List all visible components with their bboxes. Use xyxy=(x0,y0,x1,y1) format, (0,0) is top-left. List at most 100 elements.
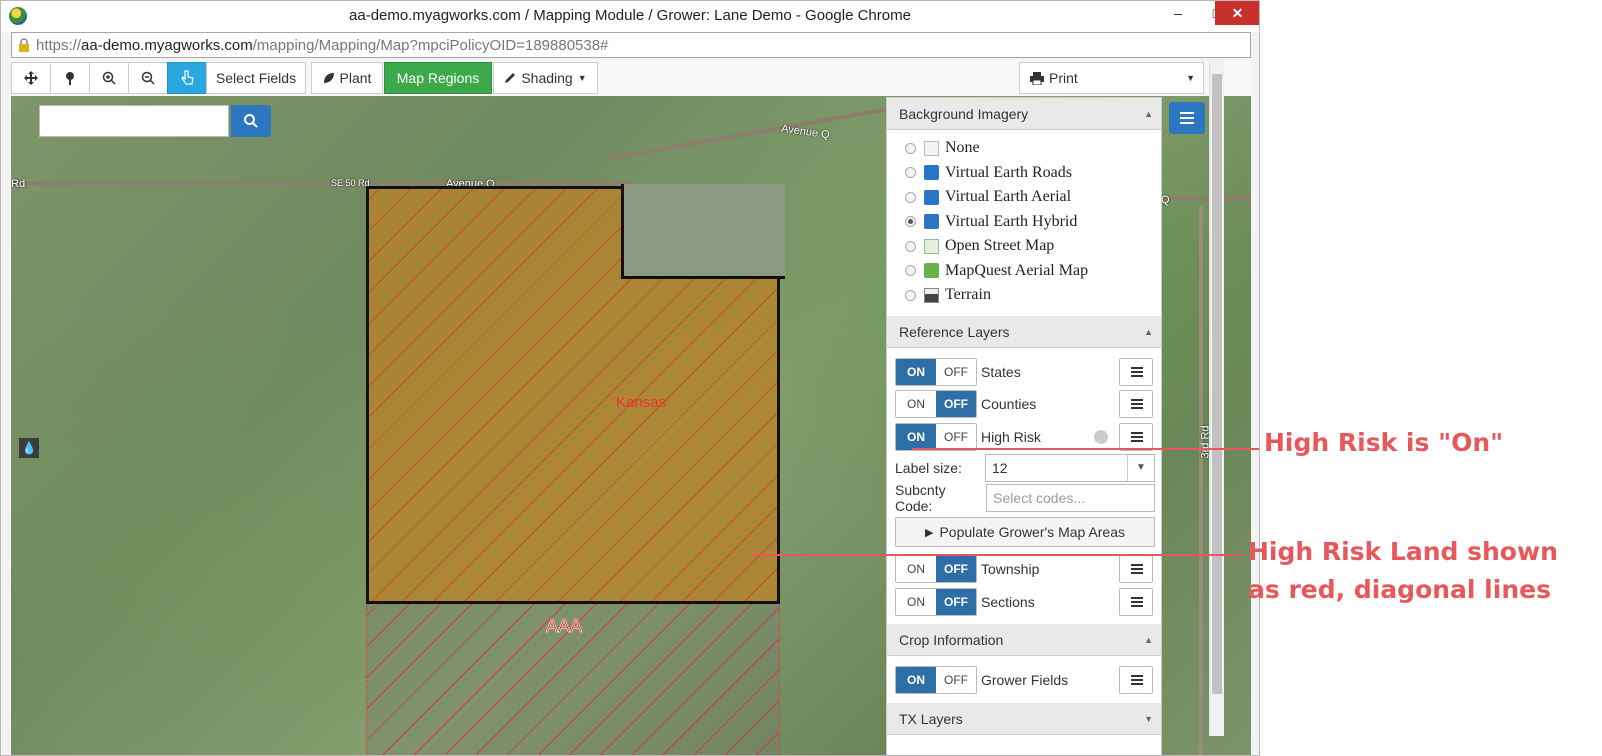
township-legend-button[interactable] xyxy=(1119,555,1153,584)
radio[interactable] xyxy=(905,289,916,301)
chevron-down-icon: ▼ xyxy=(1127,455,1154,481)
states-toggle[interactable]: ON OFF xyxy=(895,357,977,386)
print-button[interactable]: Print ▼ xyxy=(1019,62,1204,94)
map-search-input[interactable] xyxy=(39,105,229,137)
grower-fields-legend-button[interactable] xyxy=(1119,666,1153,695)
search-icon xyxy=(244,114,258,128)
populate-label: Populate Grower's Map Areas xyxy=(939,524,1125,540)
background-imagery-title: Background Imagery xyxy=(899,106,1029,122)
bg-option-ve-roads[interactable]: Virtual Earth Roads xyxy=(887,161,1161,186)
bg-option-ve-hybrid[interactable]: Virtual Earth Hybrid xyxy=(887,210,1161,235)
reference-layers-title: Reference Layers xyxy=(899,323,1010,340)
toggle-off[interactable]: OFF xyxy=(936,556,976,583)
background-imagery-list: None Virtual Earth Roads Virtual Earth A… xyxy=(887,130,1161,316)
toggle-off[interactable]: OFF xyxy=(936,588,976,615)
vertical-scrollbar[interactable] xyxy=(1209,60,1224,736)
window-title: aa-demo.myagworks.com / Mapping Module /… xyxy=(349,7,911,24)
road-se50 xyxy=(11,181,631,185)
zoom-out-button[interactable] xyxy=(128,62,168,94)
radio[interactable] xyxy=(905,240,916,252)
crop-information-title: Crop Information xyxy=(899,632,1004,648)
sections-toggle[interactable]: ON OFF xyxy=(895,587,977,616)
road-label-q: Q xyxy=(1161,194,1170,206)
layer-label: Township xyxy=(981,561,1040,578)
states-legend-button[interactable] xyxy=(1119,357,1153,386)
counties-legend-button[interactable] xyxy=(1119,390,1153,419)
plant-button[interactable]: Plant xyxy=(311,62,383,94)
layer-row-township: ON OFF Township xyxy=(895,553,1161,586)
map-search-button[interactable] xyxy=(231,105,271,137)
bg-option-label: Virtual Earth Aerial xyxy=(945,188,1072,206)
high-risk-toggle[interactable]: ON OFF xyxy=(895,422,977,451)
label-size-select[interactable]: 12 ▼ xyxy=(985,454,1155,482)
sections-legend-button[interactable] xyxy=(1119,587,1153,616)
url-scheme: https:// xyxy=(36,37,82,54)
layer-label: Counties xyxy=(981,396,1037,413)
toggle-off[interactable]: OFF xyxy=(936,358,976,385)
reference-layers-body: ON OFF States ON OFF Counties ON OFF High R… xyxy=(887,348,1161,619)
map-toolbar: Select Fields Plant Map Regions Shading ▼… xyxy=(11,60,1251,97)
crop-information-header[interactable]: Crop Information ▲ xyxy=(887,624,1161,656)
bg-option-ve-aerial[interactable]: Virtual Earth Aerial xyxy=(887,185,1161,210)
toggle-on[interactable]: ON xyxy=(896,588,936,615)
road-3rd xyxy=(1199,206,1203,755)
label-size-row: Label size: 12 ▼ xyxy=(895,453,1161,483)
panel-menu-button[interactable] xyxy=(1169,102,1205,134)
radio[interactable] xyxy=(905,265,916,277)
pencil-icon xyxy=(505,73,516,83)
toggle-on[interactable]: ON xyxy=(896,391,936,418)
shading-button[interactable]: Shading ▼ xyxy=(493,62,598,94)
close-button[interactable]: ✕ xyxy=(1215,1,1259,25)
select-fields-button[interactable]: Select Fields xyxy=(206,62,306,94)
subcnty-row: Subcnty Code: Select codes... xyxy=(895,482,1161,514)
radio[interactable] xyxy=(905,167,916,179)
bg-option-none[interactable]: None xyxy=(887,136,1161,161)
address-bar[interactable]: https://aa-demo.myagworks.com/mapping/Ma… xyxy=(11,32,1251,58)
reference-layers-header[interactable]: Reference Layers ▲ xyxy=(887,315,1161,348)
scrollbar-thumb[interactable] xyxy=(1212,74,1222,694)
toggle-off[interactable]: OFF xyxy=(936,667,976,694)
caret-down-icon: ▼ xyxy=(577,73,587,83)
bg-option-terrain[interactable]: Terrain xyxy=(887,283,1161,308)
hand-pointer-icon xyxy=(181,70,194,85)
annotation-high-risk-land-2: as red, diagonal lines xyxy=(1248,575,1551,604)
play-icon: ▶ xyxy=(924,526,934,539)
annotation-high-risk-on: High Risk is "On" xyxy=(1264,428,1504,457)
toggle-on[interactable]: ON xyxy=(896,423,936,450)
radio-selected[interactable] xyxy=(905,216,916,228)
select-pointer-button[interactable] xyxy=(167,62,207,94)
annotation-high-risk-land-1: High Risk Land shown xyxy=(1248,537,1558,566)
counties-toggle[interactable]: ON OFF xyxy=(895,390,977,419)
grower-fields-toggle[interactable]: ON OFF xyxy=(895,666,977,695)
map-regions-button[interactable]: Map Regions xyxy=(384,62,492,94)
minimize-button[interactable]: – xyxy=(1156,1,1200,25)
road-avenue-q xyxy=(610,103,907,160)
layer-label: Sections xyxy=(981,593,1035,610)
toggle-on[interactable]: ON xyxy=(896,358,936,385)
plant-label: Plant xyxy=(339,70,372,86)
pin-icon xyxy=(66,72,74,85)
populate-map-areas-button[interactable]: ▶ Populate Grower's Map Areas xyxy=(895,517,1155,547)
url-host: aa-demo.myagworks.com xyxy=(81,37,253,54)
pan-button[interactable] xyxy=(11,62,51,94)
bg-option-osm[interactable]: Open Street Map xyxy=(887,234,1161,259)
toggle-off[interactable]: OFF xyxy=(936,391,976,418)
water-drop-icon[interactable]: 💧 xyxy=(19,438,39,458)
bg-option-mapquest[interactable]: MapQuest Aerial Map xyxy=(887,259,1161,284)
pin-button[interactable] xyxy=(50,62,90,94)
toggle-off[interactable]: OFF xyxy=(936,423,976,450)
radio[interactable] xyxy=(905,191,916,203)
layer-label: Grower Fields xyxy=(981,672,1069,689)
high-risk-legend-button[interactable] xyxy=(1119,422,1153,451)
zoom-in-button[interactable] xyxy=(89,62,129,94)
terrain-icon xyxy=(924,287,939,303)
layer-row-states: ON OFF States xyxy=(895,356,1161,389)
toggle-on[interactable]: ON xyxy=(896,667,936,694)
bing-icon xyxy=(924,214,939,230)
township-toggle[interactable]: ON OFF xyxy=(895,555,977,584)
toggle-on[interactable]: ON xyxy=(896,556,936,583)
subcnty-code-input[interactable]: Select codes... xyxy=(986,484,1155,512)
radio[interactable] xyxy=(905,142,916,154)
tx-layers-header[interactable]: TX Layers ▼ xyxy=(887,702,1161,735)
background-imagery-header[interactable]: Background Imagery ▲ xyxy=(887,98,1161,130)
